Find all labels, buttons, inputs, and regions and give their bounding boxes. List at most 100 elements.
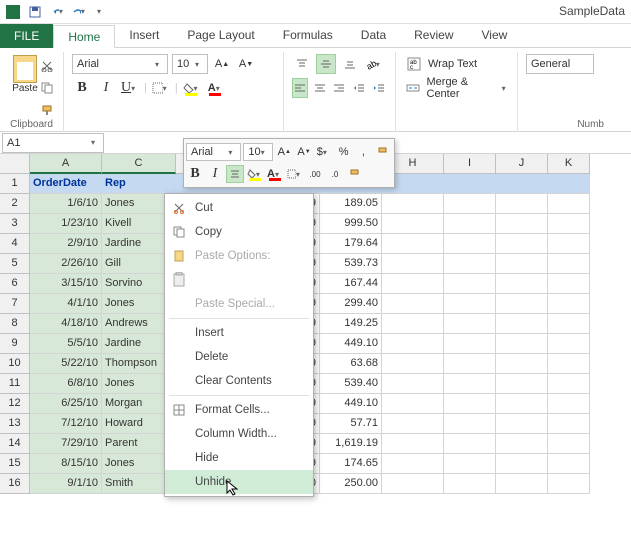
align-right-icon[interactable] xyxy=(332,78,348,98)
cell[interactable]: 449.10 xyxy=(320,334,382,354)
cell[interactable]: 539.40 xyxy=(320,374,382,394)
cell[interactable]: 8/15/10 xyxy=(30,454,102,474)
cell[interactable] xyxy=(548,314,590,334)
cell[interactable] xyxy=(444,374,496,394)
cell[interactable]: 1,619.19 xyxy=(320,434,382,454)
cell[interactable] xyxy=(382,374,444,394)
row-header[interactable]: 6 xyxy=(0,274,30,294)
col-header-A[interactable]: A xyxy=(30,154,102,174)
cell[interactable]: 167.44 xyxy=(320,274,382,294)
cell[interactable] xyxy=(382,414,444,434)
row-header[interactable]: 3 xyxy=(0,214,30,234)
cell[interactable] xyxy=(548,474,590,494)
format-painter-icon[interactable] xyxy=(37,100,57,120)
tab-insert[interactable]: Insert xyxy=(115,24,173,47)
cell[interactable] xyxy=(444,314,496,334)
mini-comma-icon[interactable]: , xyxy=(354,143,372,161)
align-middle-icon[interactable] xyxy=(316,54,336,74)
cell[interactable] xyxy=(496,334,548,354)
orientation-icon[interactable]: ab▾ xyxy=(364,54,384,74)
cell[interactable]: 1/23/10 xyxy=(30,214,102,234)
underline-button[interactable]: U▾ xyxy=(120,78,140,98)
mini-increase-decimal-icon[interactable]: .00 xyxy=(306,165,324,183)
row-header[interactable]: 9 xyxy=(0,334,30,354)
cell[interactable] xyxy=(382,254,444,274)
ctx-insert[interactable]: Insert xyxy=(165,321,313,345)
cell[interactable] xyxy=(548,414,590,434)
ctx-delete[interactable]: Delete xyxy=(165,345,313,369)
cell[interactable] xyxy=(444,234,496,254)
cell[interactable] xyxy=(444,194,496,214)
cell[interactable] xyxy=(548,214,590,234)
cell[interactable] xyxy=(548,434,590,454)
row-header[interactable]: 7 xyxy=(0,294,30,314)
cell[interactable] xyxy=(496,354,548,374)
cell[interactable] xyxy=(496,434,548,454)
row-header[interactable]: 10 xyxy=(0,354,30,374)
cell[interactable] xyxy=(382,314,444,334)
cell[interactable]: 2/9/10 xyxy=(30,234,102,254)
cell[interactable] xyxy=(548,254,590,274)
mini-format-painter-icon[interactable] xyxy=(374,143,392,161)
cell[interactable]: 4/1/10 xyxy=(30,294,102,314)
cell[interactable] xyxy=(444,214,496,234)
mini-percent-icon[interactable]: % xyxy=(335,143,353,161)
cell[interactable]: 7/12/10 xyxy=(30,414,102,434)
tab-view[interactable]: View xyxy=(468,24,522,47)
cell[interactable]: 6/25/10 xyxy=(30,394,102,414)
cell[interactable]: 7/29/10 xyxy=(30,434,102,454)
col-header-K[interactable]: K xyxy=(548,154,590,174)
cell[interactable] xyxy=(548,174,590,194)
cell[interactable]: 189.05 xyxy=(320,194,382,214)
cell[interactable] xyxy=(444,454,496,474)
tab-review[interactable]: Review xyxy=(400,24,467,47)
align-left-icon[interactable] xyxy=(292,78,308,98)
wrap-text-icon[interactable]: abc xyxy=(404,54,424,74)
cell[interactable] xyxy=(382,354,444,374)
name-box[interactable]: A1▾ xyxy=(2,133,104,153)
cell[interactable]: 57.71 xyxy=(320,414,382,434)
row-header[interactable]: 5 xyxy=(0,254,30,274)
save-button[interactable] xyxy=(28,5,42,19)
cell[interactable] xyxy=(496,254,548,274)
cell[interactable] xyxy=(548,274,590,294)
cell[interactable] xyxy=(496,374,548,394)
cell[interactable] xyxy=(548,454,590,474)
cell[interactable] xyxy=(382,274,444,294)
cell[interactable] xyxy=(496,294,548,314)
row-header[interactable]: 12 xyxy=(0,394,30,414)
tab-home[interactable]: Home xyxy=(53,25,115,48)
mini-align-center-icon[interactable] xyxy=(226,165,244,183)
fill-color-button[interactable]: ▾ xyxy=(182,78,202,98)
cell[interactable] xyxy=(496,174,548,194)
italic-button[interactable]: I xyxy=(96,78,116,98)
cell[interactable] xyxy=(382,474,444,494)
cell[interactable] xyxy=(496,234,548,254)
mini-decrease-decimal-icon[interactable]: .0 xyxy=(326,165,344,183)
cell[interactable] xyxy=(444,254,496,274)
cell[interactable] xyxy=(496,394,548,414)
tab-file[interactable]: FILE xyxy=(0,24,53,48)
cell[interactable] xyxy=(382,394,444,414)
cell[interactable] xyxy=(496,214,548,234)
undo-button[interactable]: ▾ xyxy=(50,5,64,19)
cell[interactable] xyxy=(496,194,548,214)
row-header[interactable]: 11 xyxy=(0,374,30,394)
mini-border-button[interactable]: ▾ xyxy=(286,165,304,183)
align-top-icon[interactable] xyxy=(292,54,312,74)
mini-font-color-button[interactable]: A▾ xyxy=(266,165,284,183)
cell[interactable] xyxy=(382,234,444,254)
cell[interactable] xyxy=(444,474,496,494)
cell[interactable]: 539.73 xyxy=(320,254,382,274)
cell[interactable] xyxy=(382,334,444,354)
cell[interactable]: 3/15/10 xyxy=(30,274,102,294)
cell[interactable]: 4/18/10 xyxy=(30,314,102,334)
cell[interactable]: 250.00 xyxy=(320,474,382,494)
tab-data[interactable]: Data xyxy=(347,24,400,47)
align-center-icon[interactable] xyxy=(312,78,328,98)
cell[interactable]: 149.25 xyxy=(320,314,382,334)
col-header-C[interactable]: C xyxy=(102,154,176,174)
cell[interactable] xyxy=(496,274,548,294)
cell[interactable] xyxy=(444,174,496,194)
cell[interactable]: 6/8/10 xyxy=(30,374,102,394)
